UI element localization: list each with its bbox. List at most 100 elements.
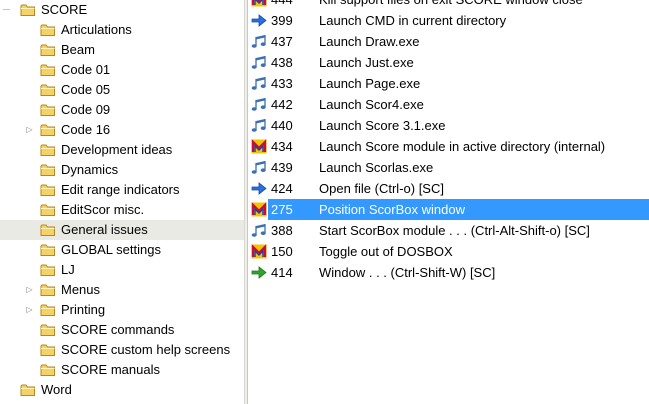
item-number: 444: [271, 0, 293, 10]
folder-icon: [40, 83, 56, 97]
tree-item-label: GLOBAL settings: [61, 242, 161, 257]
music-note-icon: [251, 34, 267, 49]
item-number: 440: [271, 118, 293, 133]
item-number: 437: [271, 34, 293, 49]
item-title: Open file (Ctrl-o) [SC]: [319, 181, 444, 196]
item-number: 150: [271, 244, 293, 259]
folder-icon: [40, 143, 56, 157]
item-title: Toggle out of DOSBOX: [319, 244, 453, 259]
item-list[interactable]: 444 Kill support files on exit SCORE wind…: [248, 0, 649, 404]
list-item[interactable]: 439 Launch Scorlas.exe: [248, 157, 649, 178]
tree-item[interactable]: Development ideas: [0, 140, 244, 160]
tree-item[interactable]: Code 01: [0, 60, 244, 80]
list-item[interactable]: 434 Launch Score module in active directo…: [248, 136, 649, 157]
tree-item[interactable]: Articulations: [0, 20, 244, 40]
list-item[interactable]: 414 Window . . . (Ctrl-Shift-W) [SC]: [248, 262, 649, 283]
item-number: 438: [271, 55, 293, 70]
folder-icon: [40, 263, 56, 277]
tree-item[interactable]: SCORE custom help screens: [0, 340, 244, 360]
expand-toggle-icon[interactable]: ▷: [26, 306, 33, 314]
tree-item[interactable]: EditScor misc.: [0, 200, 244, 220]
tree-item[interactable]: ▷ Menus: [0, 280, 244, 300]
folder-icon: [40, 23, 56, 37]
tree-item[interactable]: SCORE commands: [0, 320, 244, 340]
folder-icon: [40, 363, 56, 377]
item-title: Launch Page.exe: [319, 76, 421, 91]
m-logo-icon: [251, 139, 267, 154]
music-note-icon: [251, 160, 267, 175]
tree-item-label: Printing: [61, 302, 106, 317]
list-item[interactable]: 388 Start ScorBox module . . . (Ctrl-Alt-…: [248, 220, 649, 241]
tree-item-label: Development ideas: [61, 142, 173, 157]
item-number: 275: [271, 202, 293, 217]
list-item[interactable]: 442 Launch Scor4.exe: [248, 94, 649, 115]
tree-item-label: SCORE: [41, 2, 88, 17]
tree-item-label: General issues: [61, 222, 148, 237]
list-item[interactable]: 424 Open file (Ctrl-o) [SC]: [248, 178, 649, 199]
tree-item-label: Code 05: [61, 82, 111, 97]
folder-icon: [40, 243, 56, 257]
item-number: 442: [271, 97, 293, 112]
tree-item-label: Articulations: [61, 22, 132, 37]
folder-tree[interactable]: — SCORE Articulations Beam Code 01 Code 05 Cod…: [0, 0, 244, 404]
tree-item-label: EditScor misc.: [61, 202, 145, 217]
tree-item-label: Word: [41, 382, 72, 397]
list-item[interactable]: 437 Launch Draw.exe: [248, 31, 649, 52]
tree-item[interactable]: ▷ Code 16: [0, 120, 244, 140]
tree-item[interactable]: Code 09: [0, 100, 244, 120]
folder-icon: [40, 103, 56, 117]
expand-toggle-icon[interactable]: ▷: [26, 286, 33, 294]
collapse-toggle-icon[interactable]: —: [3, 6, 10, 14]
item-title: Launch Scor4.exe: [319, 97, 424, 112]
music-note-icon: [251, 118, 267, 133]
blue-arrow-icon: [251, 13, 267, 28]
list-item[interactable]: 150 Toggle out of DOSBOX: [248, 241, 649, 262]
tree-item[interactable]: General issues: [0, 220, 244, 240]
tree-item[interactable]: GLOBAL settings: [0, 240, 244, 260]
folder-icon: [40, 323, 56, 337]
tree-item[interactable]: Edit range indicators: [0, 180, 244, 200]
folder-icon: [40, 63, 56, 77]
list-item[interactable]: 444 Kill support files on exit SCORE wind…: [248, 0, 649, 10]
folder-icon: [20, 3, 36, 17]
tree-item[interactable]: LJ: [0, 260, 244, 280]
tree-item[interactable]: ▷ Printing: [0, 300, 244, 320]
folder-icon: [40, 303, 56, 317]
m-logo-icon: [251, 0, 267, 7]
list-item[interactable]: 433 Launch Page.exe: [248, 73, 649, 94]
folder-icon: [40, 183, 56, 197]
list-item[interactable]: 275 Position ScorBox window: [248, 199, 649, 220]
tree-item-label: LJ: [61, 262, 75, 277]
list-item[interactable]: 399 Launch CMD in current directory: [248, 10, 649, 31]
tree-item[interactable]: SCORE manuals: [0, 360, 244, 380]
tree-item[interactable]: Dynamics: [0, 160, 244, 180]
folder-icon: [40, 283, 56, 297]
tree-item[interactable]: — SCORE: [0, 0, 244, 20]
music-note-icon: [251, 97, 267, 112]
m-logo-icon: [251, 244, 267, 259]
item-title: Launch Score module in active directory …: [319, 139, 606, 154]
tree-item-label: SCORE manuals: [61, 362, 160, 377]
tree-item-label: SCORE custom help screens: [61, 342, 231, 357]
green-arrow-icon: [251, 265, 267, 280]
music-note-icon: [251, 55, 267, 70]
item-number: 424: [271, 181, 293, 196]
tree-item[interactable]: Code 05: [0, 80, 244, 100]
list-item[interactable]: 440 Launch Score 3.1.exe: [248, 115, 649, 136]
tree-item[interactable]: Word: [0, 380, 244, 400]
tree-item-label: Code 09: [61, 102, 111, 117]
item-number: 388: [271, 223, 293, 238]
item-title: Launch Draw.exe: [319, 34, 420, 49]
expand-toggle-icon[interactable]: ▷: [26, 126, 33, 134]
item-number: 439: [271, 160, 293, 175]
tree-item[interactable]: Beam: [0, 40, 244, 60]
tree-item-label: SCORE commands: [61, 322, 175, 337]
list-item[interactable]: 438 Launch Just.exe: [248, 52, 649, 73]
folder-icon: [40, 123, 56, 137]
folder-icon: [40, 223, 56, 237]
item-number: 433: [271, 76, 293, 91]
item-title: Launch CMD in current directory: [319, 13, 507, 28]
item-title: Window . . . (Ctrl-Shift-W) [SC]: [319, 265, 496, 280]
item-number: 414: [271, 265, 293, 280]
tree-item-label: Beam: [61, 42, 95, 57]
